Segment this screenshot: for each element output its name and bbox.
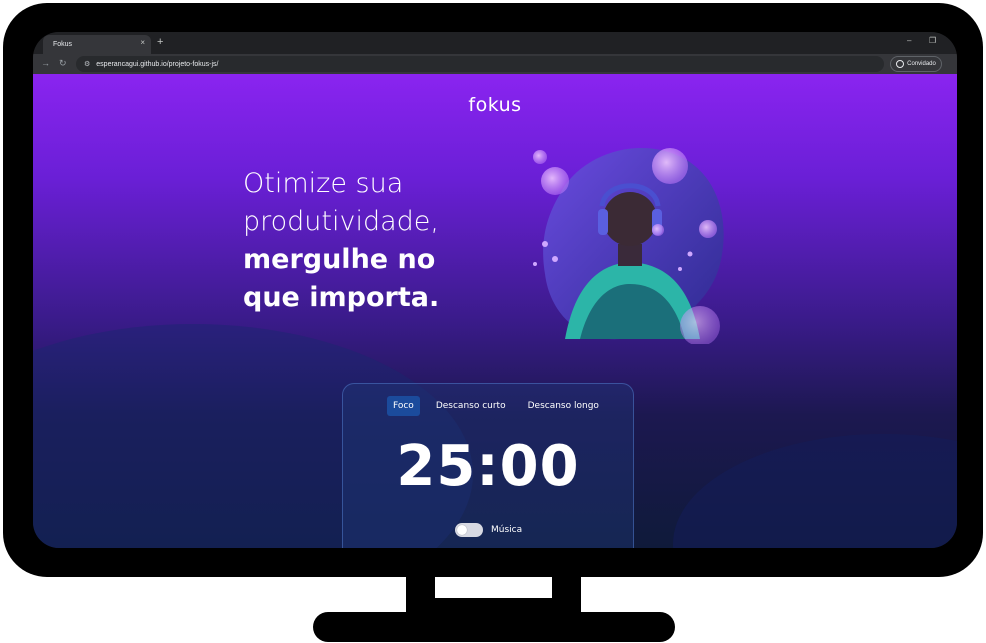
headline: Otimize sua produtividade, mergulhe no q… bbox=[243, 165, 439, 317]
mode-descanso-longo-button[interactable]: Descanso longo bbox=[522, 396, 605, 416]
toggle-knob bbox=[457, 525, 467, 535]
site-settings-icon[interactable]: ⚙ bbox=[84, 60, 90, 68]
browser-tabbar: Fokus × + – ❐ bbox=[33, 32, 957, 54]
timer-display: 25:00 bbox=[396, 434, 580, 499]
music-toggle-row: Música bbox=[455, 523, 522, 537]
browser-toolbar: → ↻ ⚙ esperancagui.github.io/projeto-fok… bbox=[33, 54, 957, 74]
timer-card: Foco Descanso curto Descanso longo 25:00… bbox=[342, 383, 634, 548]
headline-line-bold: mergulhe no bbox=[243, 244, 436, 275]
music-label: Música bbox=[491, 525, 523, 535]
background-wave bbox=[673, 434, 957, 548]
monitor-stand bbox=[406, 598, 581, 612]
monitor-base bbox=[313, 612, 675, 642]
maximize-icon[interactable]: ❐ bbox=[929, 36, 936, 45]
profile-label: Convidado bbox=[907, 61, 936, 67]
browser-tab[interactable]: Fokus × bbox=[43, 35, 151, 54]
address-bar[interactable]: ⚙ esperancagui.github.io/projeto-fokus-j… bbox=[76, 56, 884, 72]
headline-line-bold: que importa. bbox=[243, 282, 440, 313]
new-tab-button[interactable]: + bbox=[157, 36, 163, 48]
music-toggle[interactable] bbox=[455, 523, 483, 537]
fokus-logo: fokus bbox=[468, 94, 522, 116]
headline-line: Otimize sua bbox=[243, 168, 404, 199]
mode-tabs: Foco Descanso curto Descanso longo bbox=[387, 396, 605, 416]
profile-button[interactable]: Convidado bbox=[890, 56, 942, 72]
url-text: esperancagui.github.io/projeto-fokus-js/ bbox=[96, 60, 219, 68]
mode-descanso-curto-button[interactable]: Descanso curto bbox=[430, 396, 512, 416]
minimize-icon[interactable]: – bbox=[907, 36, 911, 45]
tab-close-icon[interactable]: × bbox=[140, 38, 145, 47]
profile-icon bbox=[896, 60, 905, 68]
tab-title: Fokus bbox=[53, 41, 73, 48]
forward-icon[interactable]: → bbox=[41, 58, 50, 68]
monitor-frame: Fokus × + – ❐ → ↻ ⚙ esperancagui.github.… bbox=[3, 3, 983, 577]
screen: Fokus × + – ❐ → ↻ ⚙ esperancagui.github.… bbox=[33, 32, 957, 548]
reload-icon[interactable]: ↻ bbox=[59, 58, 67, 69]
headline-line: produtividade, bbox=[243, 206, 440, 237]
hero-image bbox=[533, 147, 724, 344]
fokus-page: fokus Otimize sua produtividade, mergulh… bbox=[33, 74, 957, 548]
mode-foco-button[interactable]: Foco bbox=[387, 396, 420, 416]
